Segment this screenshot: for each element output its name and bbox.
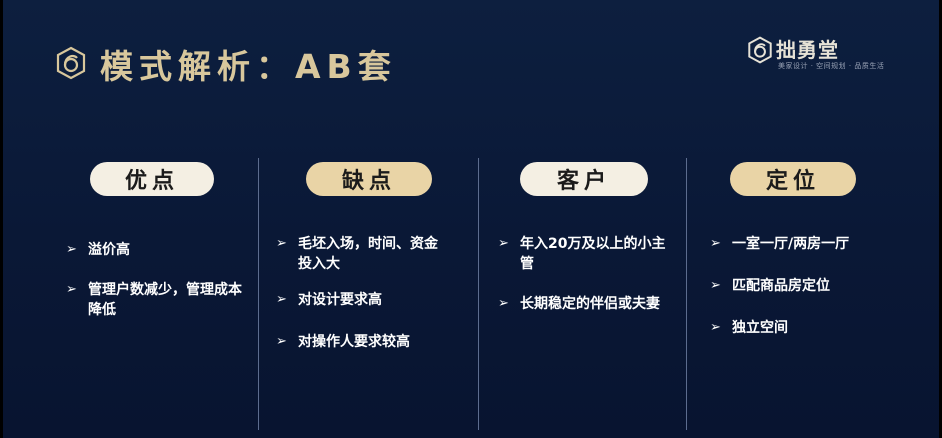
brand-mark-icon bbox=[748, 36, 772, 64]
list-item: ➢ 溢价高 bbox=[66, 240, 248, 260]
arrow-bullet-icon: ➢ bbox=[66, 282, 77, 297]
arrow-bullet-icon: ➢ bbox=[276, 334, 287, 349]
column-divider bbox=[478, 158, 479, 430]
list-item: ➢ 长期稳定的伴侣或夫妻 bbox=[498, 294, 670, 314]
list-item: ➢ 管理户数减少，管理成本降低 bbox=[66, 280, 242, 320]
brand-name: 拙勇堂 bbox=[776, 38, 839, 62]
list-item: ➢ 一室一厅/两房一厅 bbox=[710, 234, 892, 254]
list-item: ➢ 对操作人要求较高 bbox=[276, 332, 458, 352]
list-item: ➢ 毛坯入场，时间、资金投入大 bbox=[276, 234, 448, 274]
column-divider bbox=[686, 158, 687, 430]
list-item: ➢ 匹配商品房定位 bbox=[710, 276, 892, 296]
arrow-bullet-icon: ➢ bbox=[276, 236, 287, 251]
list-item: ➢ 对设计要求高 bbox=[276, 290, 458, 310]
list-item: ➢ 年入20万及以上的小主管 bbox=[498, 234, 670, 274]
logo-icon bbox=[56, 46, 86, 80]
arrow-bullet-icon: ➢ bbox=[498, 236, 509, 251]
item-text: 对操作人要求较高 bbox=[298, 334, 410, 350]
heading-pill: 优点 bbox=[90, 162, 214, 196]
brand-logo: 拙勇堂 美家设计 · 空间规划 · 品质生活 bbox=[746, 34, 884, 74]
page-title: 模式解析：AB套 bbox=[100, 47, 397, 86]
list-item: ➢ 独立空间 bbox=[710, 318, 892, 338]
heading-pill: 定位 bbox=[730, 162, 856, 196]
item-text: 年入20万及以上的小主管 bbox=[520, 236, 666, 272]
arrow-bullet-icon: ➢ bbox=[710, 278, 721, 293]
item-text: 一室一厅/两房一厅 bbox=[732, 236, 850, 252]
arrow-bullet-icon: ➢ bbox=[66, 242, 77, 257]
heading-pill: 客户 bbox=[520, 162, 648, 196]
arrow-bullet-icon: ➢ bbox=[710, 320, 721, 335]
heading-pill: 缺点 bbox=[306, 162, 432, 196]
item-text: 管理户数减少，管理成本降低 bbox=[88, 282, 242, 318]
item-text: 对设计要求高 bbox=[298, 292, 382, 308]
item-text: 匹配商品房定位 bbox=[732, 278, 830, 294]
item-text: 长期稳定的伴侣或夫妻 bbox=[520, 296, 660, 312]
arrow-bullet-icon: ➢ bbox=[710, 236, 721, 251]
item-text: 溢价高 bbox=[88, 242, 130, 258]
item-text: 独立空间 bbox=[732, 320, 788, 336]
column-divider bbox=[258, 158, 259, 430]
arrow-bullet-icon: ➢ bbox=[276, 292, 287, 307]
brand-tagline: 美家设计 · 空间规划 · 品质生活 bbox=[778, 62, 885, 70]
item-text: 毛坯入场，时间、资金投入大 bbox=[298, 236, 438, 272]
arrow-bullet-icon: ➢ bbox=[498, 296, 509, 311]
